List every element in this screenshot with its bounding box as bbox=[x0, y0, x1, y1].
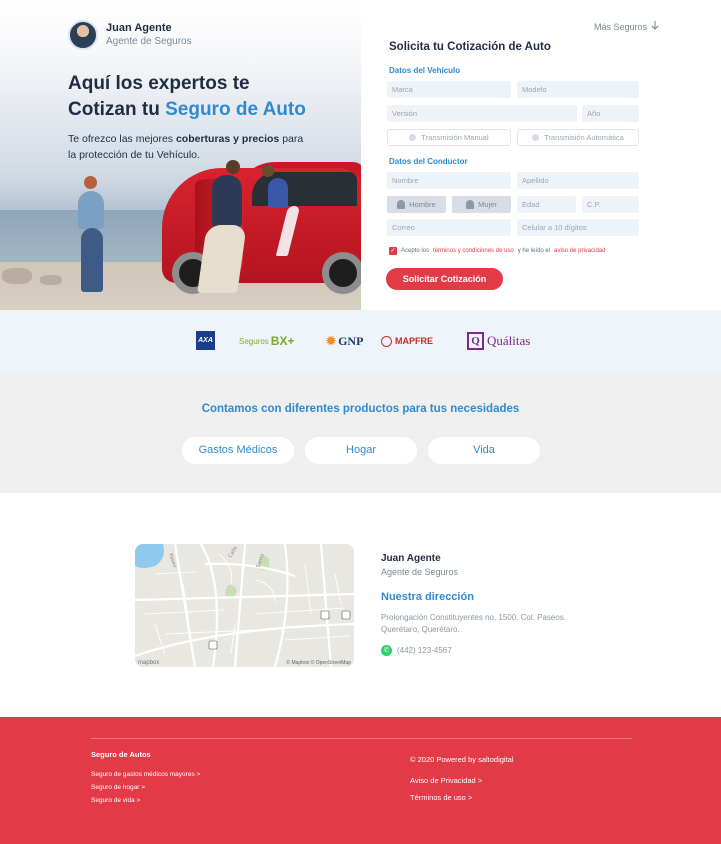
girl-head bbox=[262, 165, 274, 177]
agent-role: Agente de Seguros bbox=[106, 36, 192, 47]
woman-head bbox=[84, 176, 97, 189]
axa-logo: AXA bbox=[196, 331, 215, 350]
map-attribution[interactable]: © Mapbox © OpenStreetMap bbox=[286, 660, 351, 666]
edad-field[interactable]: Edad bbox=[517, 196, 576, 213]
page: Juan Agente Agente de Seguros Aquí los e… bbox=[0, 0, 721, 844]
footer: Seguro de Autos Seguro de gastos médicos… bbox=[0, 717, 721, 844]
agent-header: Juan Agente Agente de Seguros bbox=[68, 20, 192, 50]
footer-link-vida[interactable]: Seguro de vida > bbox=[91, 797, 140, 804]
submit-quote-button[interactable]: Solicitar Cotización bbox=[386, 268, 503, 290]
address-heading: Nuestra dirección bbox=[381, 591, 474, 603]
bx-logo: Seguros BX+ bbox=[239, 331, 294, 351]
bx-logo-mark: BX+ bbox=[270, 334, 295, 348]
contact-role: Agente de Seguros bbox=[381, 567, 459, 577]
bx-logo-prefix: Seguros bbox=[239, 336, 269, 346]
form-title: Solicita tu Cotización de Auto bbox=[389, 41, 551, 53]
product-vida-button[interactable]: Vida bbox=[428, 437, 540, 464]
transmission-manual-radio[interactable]: Transmisión Manual bbox=[387, 129, 511, 146]
sun-icon: ✹ bbox=[326, 333, 337, 348]
transmission-auto-radio[interactable]: Transmisión Automática bbox=[517, 129, 639, 146]
gender-hombre-button[interactable]: Hombre bbox=[387, 196, 446, 213]
woman-shirt bbox=[78, 191, 104, 229]
terms-checkbox[interactable]: ✓ bbox=[389, 247, 397, 255]
footer-link-gastos-medicos[interactable]: Seguro de gastos médicos mayores > bbox=[91, 771, 200, 778]
hero-subtitle: Te ofrezco las mejores coberturas y prec… bbox=[68, 131, 308, 163]
footer-privacy-link[interactable]: Aviso de Privacidad > bbox=[410, 776, 482, 785]
more-insurance-link[interactable]: Más Seguros bbox=[594, 21, 659, 32]
products-section: Contamos con diferentes productos para t… bbox=[0, 372, 721, 493]
modelo-field[interactable]: Modelo bbox=[517, 81, 639, 98]
rock bbox=[40, 275, 62, 285]
radio-dot bbox=[532, 134, 540, 141]
transmission-auto-label: Transmisión Automática bbox=[544, 133, 624, 142]
gnp-logo-text: GNP bbox=[338, 333, 364, 348]
gnp-logo: ✹ GNP bbox=[326, 331, 363, 351]
hero-title-line1: Aquí los expertos te bbox=[68, 73, 250, 94]
hero-sub-prefix: Te ofrezco las mejores bbox=[68, 133, 174, 145]
gender-mujer-label: Mujer bbox=[478, 200, 497, 209]
celular-field[interactable]: Celular a 10 dígitos bbox=[517, 219, 639, 236]
woman-jeans bbox=[81, 228, 103, 292]
mapbox-logo: mapbox bbox=[138, 660, 160, 666]
arrow-down-icon bbox=[651, 21, 659, 32]
radio-dot bbox=[409, 134, 417, 141]
axa-logo-text: AXA bbox=[198, 337, 213, 344]
marca-field[interactable]: Marca bbox=[387, 81, 511, 98]
agent-info: Juan Agente Agente de Seguros bbox=[106, 22, 192, 48]
rock bbox=[2, 268, 32, 284]
terms-row: ✓ Acepto los términos y condiciones de u… bbox=[389, 247, 605, 255]
location-map[interactable]: Paseo Calle Santa mapbox © Mapbox © Open… bbox=[135, 544, 354, 667]
product-gastos-medicos-button[interactable]: Gastos Médicos bbox=[182, 437, 294, 464]
qualitas-logo: Q Quálitas bbox=[467, 331, 530, 351]
products-title: Contamos con diferentes productos para t… bbox=[201, 403, 520, 415]
transmission-manual-label: Transmisión Manual bbox=[421, 133, 489, 142]
gender-mujer-button[interactable]: Mujer bbox=[452, 196, 511, 213]
hero-title: Aquí los expertos te Cotizan tu Seguro d… bbox=[68, 71, 348, 123]
more-insurance-label: Más Seguros bbox=[594, 21, 648, 32]
man-shirt bbox=[212, 175, 242, 227]
apellido-field[interactable]: Apellido bbox=[517, 172, 639, 189]
footer-copyright: © 2020 Powered by saltodigital bbox=[410, 755, 514, 764]
nombre-field[interactable]: Nombre bbox=[387, 172, 511, 189]
address-text: Prolongación Constituyentes no. 1500. Co… bbox=[381, 613, 567, 634]
person-icon bbox=[466, 200, 475, 209]
version-field[interactable]: Versión bbox=[387, 105, 577, 122]
avatar bbox=[68, 20, 98, 50]
product-hogar-button[interactable]: Hogar bbox=[305, 437, 417, 464]
insurers-strip: AXA Seguros BX+ ✹ GNP MAPFRE Q Quálitas bbox=[0, 310, 721, 372]
terms-link[interactable]: términos y condiciones de uso bbox=[433, 248, 514, 254]
footer-heading: Seguro de Autos bbox=[91, 750, 151, 759]
hero-sub-bold: coberturas y precios bbox=[175, 133, 280, 145]
qualitas-icon: Q bbox=[467, 332, 484, 350]
mapfre-icon bbox=[381, 335, 392, 347]
phone-number: (442) 123-4567 bbox=[397, 646, 452, 655]
footer-divider bbox=[91, 738, 632, 739]
vehicle-section-label: Datos del Vehículo bbox=[389, 66, 461, 75]
hero-title-line2-prefix: Cotizan tu bbox=[68, 99, 160, 120]
driver-section-label: Datos del Conductor bbox=[389, 157, 468, 166]
correo-field[interactable]: Correo bbox=[387, 219, 511, 236]
footer-terms-link[interactable]: Términos de uso > bbox=[410, 793, 472, 802]
hero-section: Juan Agente Agente de Seguros Aquí los e… bbox=[0, 0, 721, 310]
map-graphic: Paseo Calle Santa bbox=[135, 544, 354, 667]
girl-dress bbox=[268, 178, 288, 208]
terms-prefix: Acepto los bbox=[401, 248, 430, 254]
qualitas-logo-text: Quálitas bbox=[487, 333, 531, 348]
phone-row[interactable]: ✆ (442) 123-4567 bbox=[381, 645, 452, 656]
agent-name: Juan Agente bbox=[106, 22, 172, 34]
gender-hombre-label: Hombre bbox=[409, 200, 436, 209]
contact-name: Juan Agente bbox=[381, 553, 441, 564]
mapfre-logo-text: MAPFRE bbox=[395, 336, 433, 346]
cp-field[interactable]: C.P. bbox=[582, 196, 639, 213]
person-icon bbox=[397, 200, 406, 209]
footer-link-hogar[interactable]: Seguro de hogar > bbox=[91, 784, 145, 791]
hero-title-accent: Seguro de Auto bbox=[165, 99, 306, 120]
mapfre-logo: MAPFRE bbox=[381, 331, 433, 351]
terms-middle: y he leído el bbox=[517, 248, 551, 254]
whatsapp-icon: ✆ bbox=[381, 645, 392, 656]
anio-field[interactable]: Año bbox=[582, 105, 639, 122]
privacy-link[interactable]: aviso de privacidad bbox=[554, 248, 605, 254]
car-wheel bbox=[322, 252, 361, 294]
